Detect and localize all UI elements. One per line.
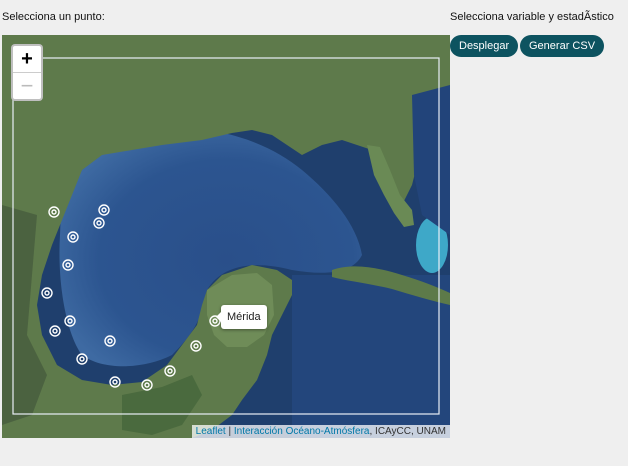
map-attribution: Leaflet | Interacción Océano-Atmósfera, … (191, 425, 450, 438)
select-point-label: Selecciona un punto: (2, 11, 105, 23)
zoom-control: + − (11, 44, 43, 101)
leaflet-link[interactable]: Leaflet (196, 426, 226, 437)
select-variable-label: Selecciona variable y estadÃstico (450, 11, 614, 23)
zoom-out-button[interactable]: − (13, 73, 41, 99)
zoom-in-button[interactable]: + (13, 46, 41, 73)
display-button[interactable]: Desplegar (450, 35, 519, 57)
attribution-separator: | (228, 426, 232, 437)
generate-csv-button[interactable]: Generar CSV (520, 35, 605, 57)
location-tooltip: Mérida (216, 305, 267, 329)
interaccion-link[interactable]: Interacción Océano-Atmósfera (234, 426, 370, 437)
map[interactable]: + − Mérida Leaflet | Interacción Océano-… (2, 35, 450, 438)
map-base (2, 35, 450, 438)
attribution-rest: , ICAyCC, UNAM (369, 426, 447, 437)
